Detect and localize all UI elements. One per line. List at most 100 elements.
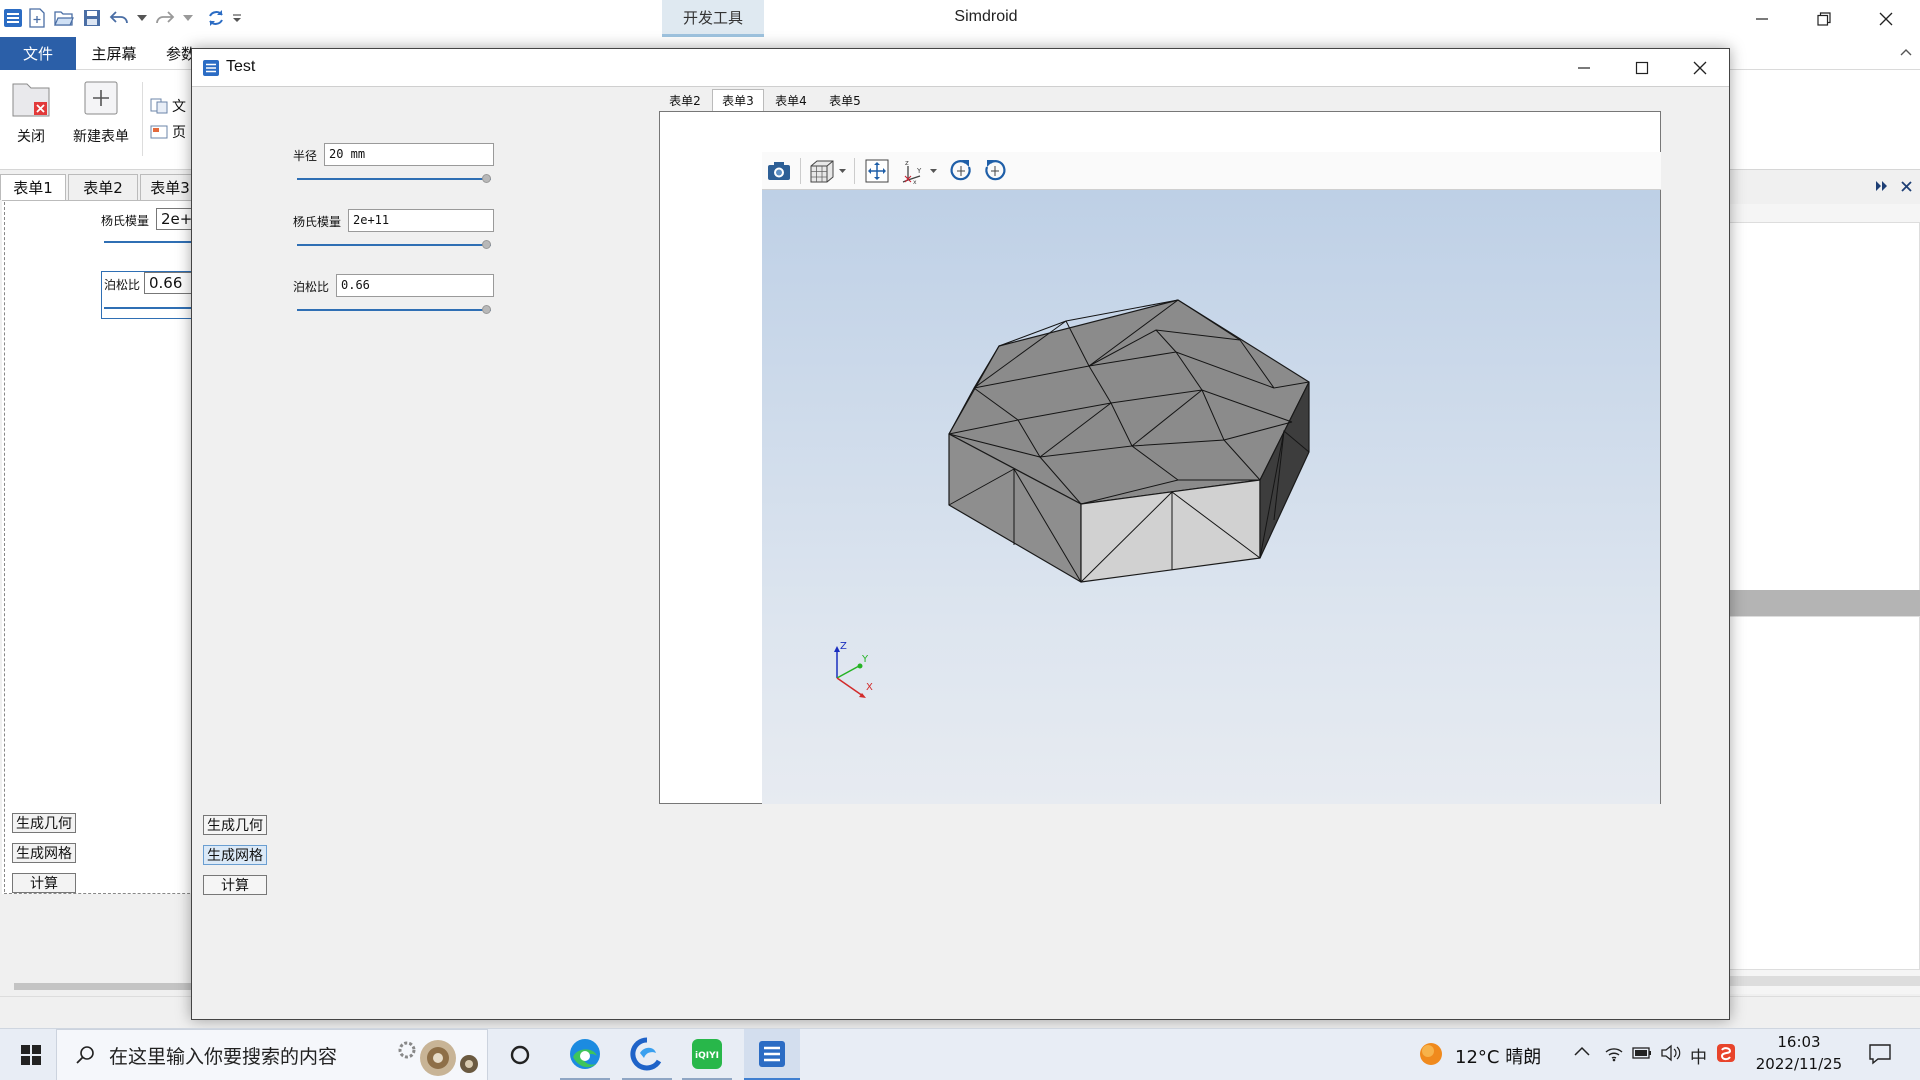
hexagonal-prism-mesh [948,299,1310,583]
refresh-icon[interactable] [205,6,227,30]
radius-input[interactable]: 20 mm [324,143,494,166]
viewer-frame: zYx Z Y X [659,111,1661,804]
editor-poisson-slider[interactable] [104,307,196,309]
clock-date[interactable]: 2022/11/25 [1754,1055,1844,1073]
editor-tab-form1[interactable]: 表单1 [0,174,66,200]
edge-browser-icon[interactable] [560,1029,610,1080]
editor-tab-form2[interactable]: 表单2 [68,174,138,200]
redo-icon[interactable] [154,6,176,30]
close-window-button[interactable] [1856,0,1916,37]
simdroid-taskbar-icon[interactable] [744,1029,800,1080]
undo-dropdown-icon[interactable] [136,6,148,30]
tab-form5[interactable]: 表单5 [819,89,871,111]
3d-viewport[interactable]: Z Y X [762,190,1660,804]
poisson-ratio-slider[interactable] [297,309,491,311]
screenshot-camera-icon[interactable] [764,157,794,185]
editor-guide-line [4,893,200,894]
volume-icon[interactable] [1660,1044,1682,1066]
tab-form4[interactable]: 表单4 [765,89,817,111]
ribbon-separator [142,82,143,156]
generate-mesh-button[interactable]: 生成网格 [203,845,267,865]
weather-icon[interactable] [1418,1041,1446,1069]
save-icon[interactable] [81,6,103,30]
ribbon-page-label: 页 [172,125,186,141]
right-panel [1728,172,1920,994]
generate-geometry-button[interactable]: 生成几何 [203,815,267,835]
new-form-icon [84,81,118,115]
radius-slider-handle[interactable] [482,174,491,183]
young-modulus-slider[interactable] [297,244,491,246]
ribbon-doc-button[interactable]: 文 [150,96,186,116]
toolbar-separator [854,158,855,184]
close-form-button[interactable]: 关闭 [8,80,54,146]
fit-view-icon[interactable] [862,157,892,185]
editor-young-input[interactable]: 2e+ [156,208,196,230]
compute-button[interactable]: 计算 [203,875,267,895]
axis-triad: Z Y X [834,641,873,698]
radius-slider[interactable] [297,178,491,180]
menu-file[interactable]: 文件 [0,37,76,70]
menu-main-screen[interactable]: 主屏幕 [78,37,150,70]
close-form-label: 关闭 [17,129,45,145]
poisson-ratio-input[interactable]: 0.66 [336,274,494,297]
tab-form2[interactable]: 表单2 [659,89,711,111]
weather-text[interactable]: 12°C 晴朗 [1455,1043,1541,1069]
expand-panel-icon[interactable] [1875,180,1889,196]
browser-app-icon[interactable] [622,1029,672,1080]
customize-qat-icon[interactable] [231,6,243,30]
search-icon [76,1046,94,1064]
editor-compute-button[interactable]: 计算 [12,873,76,893]
antivirus-tray-icon[interactable] [1716,1043,1736,1067]
app-title: Simdroid [954,8,1018,25]
editor-young-label: 杨氏模量 [101,214,150,228]
display-mode-cube-icon[interactable] [808,157,848,185]
editor-generate-geometry-button[interactable]: 生成几何 [12,813,76,833]
notification-center-icon[interactable] [1868,1043,1892,1069]
new-form-button[interactable]: 新建表单 [66,80,136,146]
restore-button[interactable] [1794,0,1854,37]
ribbon-page-button[interactable]: 页 [150,122,186,142]
test-maximize-button[interactable] [1613,49,1671,87]
devtools-context-tab[interactable]: 开发工具 [662,0,764,37]
editor-generate-mesh-button[interactable]: 生成网格 [12,843,76,863]
redo-dropdown-icon[interactable] [182,6,194,30]
young-modulus-label: 杨氏模量 [293,215,342,229]
ime-indicator[interactable]: 中 [1690,1043,1707,1068]
test-minimize-button[interactable] [1555,49,1613,87]
open-folder-icon[interactable] [53,6,75,30]
tray-overflow-icon[interactable] [1574,1045,1590,1061]
poisson-ratio-label: 泊松比 [293,280,330,294]
right-panel-scrollbar[interactable] [1728,976,1920,986]
right-panel-lower-content [1728,616,1920,970]
young-modulus-slider-handle[interactable] [482,240,491,249]
new-file-icon[interactable] [26,6,48,30]
close-panel-icon[interactable] [1901,180,1912,196]
task-view-icon[interactable] [500,1029,540,1080]
editor-guide-line [4,202,5,892]
ribbon-collapse-icon[interactable] [1900,45,1912,61]
start-button[interactable] [8,1029,54,1080]
right-panel-divider[interactable] [1728,590,1920,616]
axis-orientation-icon[interactable]: zYx [900,157,940,185]
battery-icon[interactable] [1632,1046,1652,1064]
network-icon[interactable] [1604,1044,1624,1066]
editor-poisson-input[interactable]: 0.66 [144,272,196,294]
tab-form3[interactable]: 表单3 [712,89,764,111]
editor-horizontal-scrollbar[interactable] [2,980,198,992]
test-close-button[interactable] [1671,49,1729,87]
undo-icon[interactable] [108,6,130,30]
young-modulus-input[interactable]: 2e+11 [348,209,494,232]
clock-time[interactable]: 16:03 [1754,1033,1844,1051]
search-highlight-image [398,1040,478,1076]
app-logo-icon [2,6,24,30]
taskbar-search-box[interactable]: 在这里输入你要搜索的内容 [56,1029,488,1080]
minimize-button[interactable] [1732,0,1792,37]
app-titlebar: 开发工具 Simdroid [0,0,1920,37]
svg-text:z: z [905,159,909,167]
rotate-cw-icon[interactable] [946,157,976,185]
iqiyi-icon[interactable]: iQIYI [682,1029,732,1080]
scrollbar-thumb[interactable] [14,983,198,990]
rotate-ccw-icon[interactable] [980,157,1010,185]
poisson-ratio-slider-handle[interactable] [482,305,491,314]
editor-young-slider[interactable] [104,241,196,243]
